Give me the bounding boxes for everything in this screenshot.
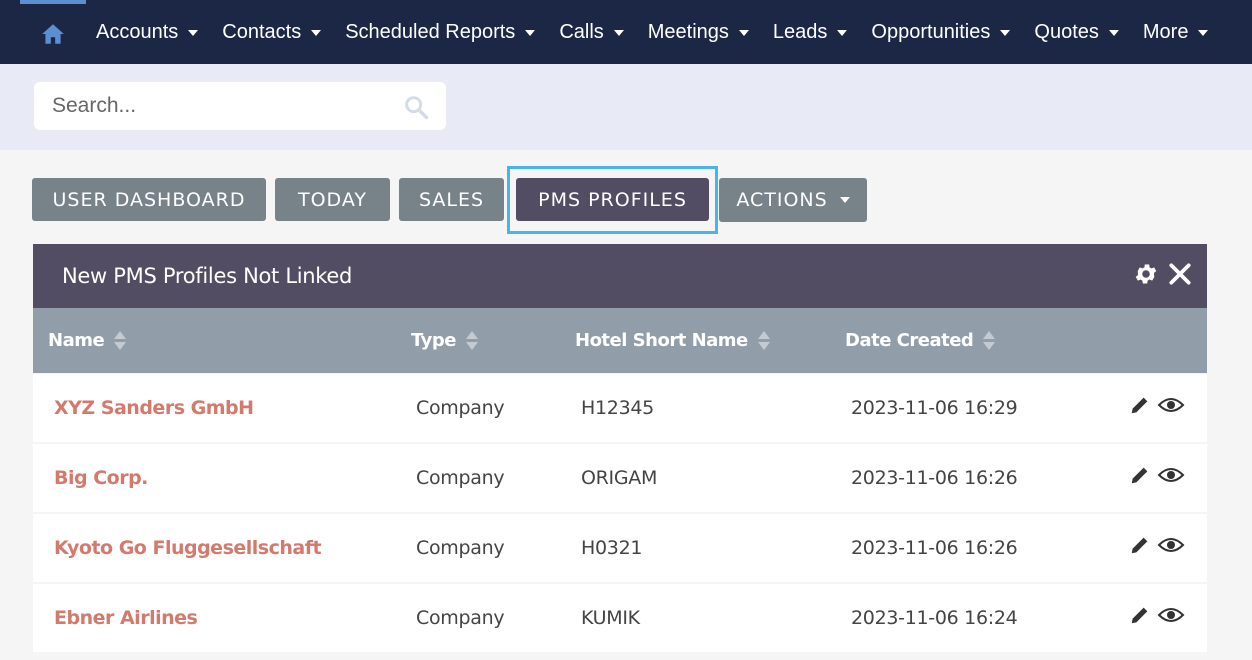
nav-item-label: Leads	[772, 20, 828, 43]
record-name-link[interactable]: Ebner Airlines	[54, 584, 198, 652]
nav-item-label: Quotes	[1034, 20, 1099, 43]
tab-label: USER DASHBOARD	[52, 188, 246, 211]
table-row: Big Corp. Company ORIGAM 2023-11-06 16:2…	[33, 444, 1207, 512]
record-name-link[interactable]: XYZ Sanders GmbH	[54, 374, 254, 442]
home-button[interactable]	[20, 0, 86, 64]
close-icon[interactable]	[1167, 261, 1193, 287]
tab-sales[interactable]: SALES	[399, 178, 504, 221]
pencil-icon[interactable]	[1129, 604, 1151, 626]
nav-item-opportunities[interactable]: Opportunities	[871, 20, 1011, 44]
hotel-short-name-cell: H0321	[581, 537, 643, 559]
search-icon[interactable]	[402, 93, 430, 121]
row-actions	[1129, 464, 1185, 486]
eye-icon[interactable]	[1157, 394, 1185, 416]
tab-today[interactable]: TODAY	[275, 178, 390, 221]
caret-down-icon	[839, 197, 850, 203]
hotel-short-name-cell: ORIGAM	[581, 467, 658, 489]
tab-label: SALES	[418, 188, 485, 211]
nav-item-label: Scheduled Reports	[345, 20, 516, 43]
hotel-short-name-cell: KUMIK	[581, 607, 640, 629]
column-label: Date Created	[845, 330, 974, 351]
caret-down-icon	[837, 30, 848, 36]
caret-down-icon	[1198, 30, 1209, 36]
row-actions	[1129, 394, 1185, 416]
nav-item-label: More	[1142, 20, 1189, 43]
home-icon	[42, 24, 64, 44]
actions-dropdown-button[interactable]: ACTIONS	[719, 178, 867, 222]
nav-item-label: Opportunities	[871, 20, 991, 43]
sort-icon	[465, 331, 478, 350]
caret-down-icon	[525, 30, 536, 36]
caret-down-icon	[738, 30, 749, 36]
type-cell: Company	[416, 397, 505, 419]
nav-item-quotes[interactable]: Quotes	[1034, 20, 1119, 44]
eye-icon[interactable]	[1157, 534, 1185, 556]
column-header-name[interactable]: Name	[48, 308, 127, 373]
nav-item-label: Accounts	[96, 20, 179, 43]
row-actions	[1129, 534, 1185, 556]
record-name-link[interactable]: Kyoto Go Fluggesellschaft	[54, 514, 322, 582]
tab-label: TODAY	[298, 188, 367, 211]
dashlet-title: New PMS Profiles Not Linked	[62, 264, 353, 288]
table-row: Kyoto Go Fluggesellschaft Company H0321 …	[33, 514, 1207, 582]
pencil-icon[interactable]	[1129, 394, 1151, 416]
tab-label: PMS PROFILES	[538, 188, 687, 211]
sort-icon	[983, 331, 996, 350]
nav-menu: Accounts Contacts Scheduled Reports Call…	[96, 0, 1232, 64]
search-band	[0, 64, 1252, 150]
nav-item-label: Meetings	[647, 20, 729, 43]
nav-item-contacts[interactable]: Contacts	[222, 20, 322, 44]
top-navigation-bar: Accounts Contacts Scheduled Reports Call…	[0, 0, 1252, 64]
dashlet-header: New PMS Profiles Not Linked	[33, 244, 1207, 308]
nav-item-meetings[interactable]: Meetings	[648, 21, 749, 44]
nav-item-leads[interactable]: Leads	[773, 21, 848, 44]
column-label: Hotel Short Name	[575, 330, 748, 351]
type-cell: Company	[416, 537, 505, 559]
sort-icon	[757, 331, 770, 350]
table-header: Name Type Hotel Short Name Date Created	[33, 308, 1207, 373]
nav-item-more[interactable]: More	[1143, 21, 1209, 44]
nav-item-scheduled-reports[interactable]: Scheduled Reports	[345, 20, 536, 44]
eye-icon[interactable]	[1157, 604, 1185, 626]
date-created-cell: 2023-11-06 16:29	[851, 397, 1018, 419]
tab-label: ACTIONS	[736, 189, 828, 211]
caret-down-icon	[613, 30, 624, 36]
record-name-link[interactable]: Big Corp.	[54, 444, 148, 512]
pencil-icon[interactable]	[1129, 534, 1151, 556]
search-input[interactable]	[52, 94, 392, 118]
row-actions	[1129, 604, 1185, 626]
caret-down-icon	[1000, 30, 1011, 36]
caret-down-icon	[311, 30, 322, 36]
column-header-type[interactable]: Type	[411, 308, 478, 373]
pencil-icon[interactable]	[1129, 464, 1151, 486]
caret-down-icon	[1108, 30, 1119, 36]
table-row: Ebner Airlines Company KUMIK 2023-11-06 …	[33, 584, 1207, 652]
eye-icon[interactable]	[1157, 464, 1185, 486]
date-created-cell: 2023-11-06 16:26	[851, 537, 1018, 559]
search-box	[34, 82, 446, 130]
date-created-cell: 2023-11-06 16:26	[851, 467, 1018, 489]
gear-icon[interactable]	[1133, 261, 1159, 287]
tab-pms-profiles[interactable]: PMS PROFILES	[516, 178, 709, 221]
type-cell: Company	[416, 467, 505, 489]
caret-down-icon	[188, 30, 199, 36]
tab-user-dashboard[interactable]: USER DASHBOARD	[32, 178, 266, 221]
column-header-hotel-short-name[interactable]: Hotel Short Name	[575, 308, 770, 373]
type-cell: Company	[416, 607, 505, 629]
dashlet-tools	[1125, 261, 1193, 287]
table-row: XYZ Sanders GmbH Company H12345 2023-11-…	[33, 374, 1207, 442]
nav-item-label: Calls	[559, 20, 604, 43]
nav-item-label: Contacts	[222, 20, 302, 43]
nav-item-calls[interactable]: Calls	[559, 20, 624, 44]
column-header-date-created[interactable]: Date Created	[845, 308, 996, 373]
nav-item-accounts[interactable]: Accounts	[96, 20, 199, 44]
date-created-cell: 2023-11-06 16:24	[851, 607, 1018, 629]
column-label: Type	[411, 330, 456, 351]
column-label: Name	[48, 330, 105, 351]
hotel-short-name-cell: H12345	[581, 397, 654, 419]
sort-icon	[114, 331, 127, 350]
